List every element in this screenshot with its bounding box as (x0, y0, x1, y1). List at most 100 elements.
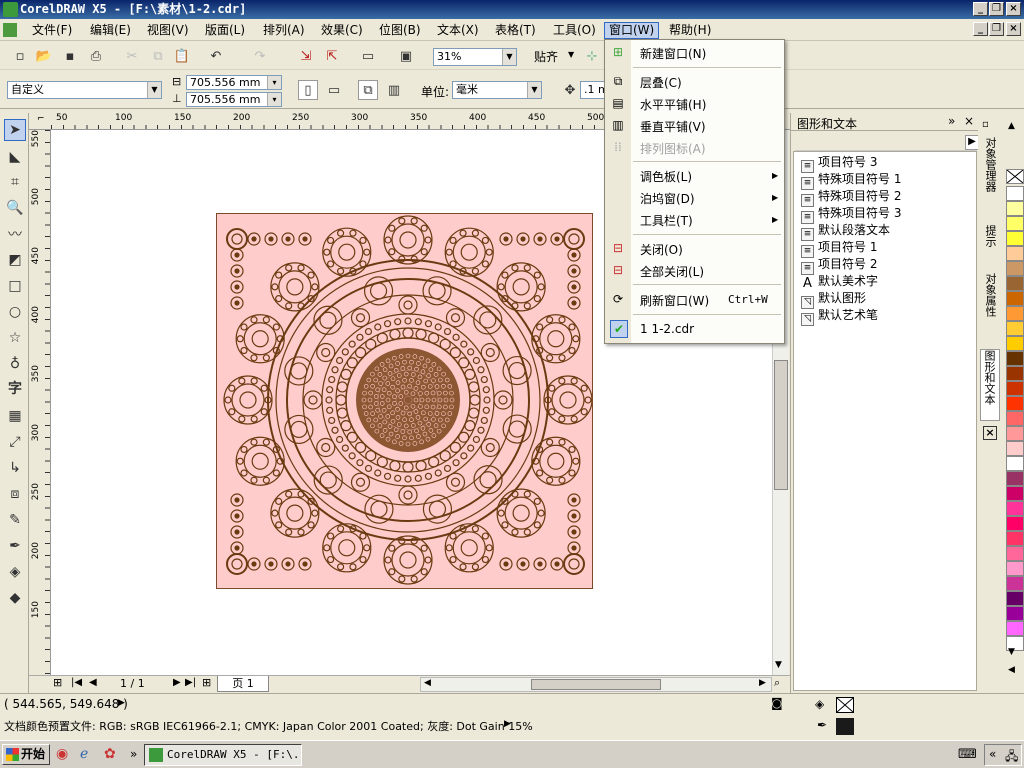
menu-table[interactable]: 表格(T) (491, 22, 540, 39)
color-swatch[interactable] (1006, 336, 1024, 351)
list-item[interactable]: ≡ 项目符号 2 (801, 256, 877, 275)
menu-view[interactable]: 视图(V) (143, 22, 193, 39)
menu-item-new-window[interactable]: 新建窗口(N) (640, 45, 706, 62)
menu-item-tile-horizontal[interactable]: 水平平铺(H) (640, 96, 706, 113)
minimize-button[interactable]: _ (973, 2, 988, 16)
color-swatch[interactable] (1006, 456, 1024, 471)
dimension-tool-icon[interactable]: ⤢ (4, 431, 26, 453)
copy-icon[interactable]: ⧉ (148, 46, 168, 66)
taskbar-coreldraw-task[interactable]: CorelDRAW X5 - [F:\... (144, 744, 302, 766)
fill-none-swatch[interactable] (836, 697, 854, 713)
last-page-icon[interactable]: ▶| (185, 677, 196, 688)
color-swatch[interactable] (1006, 426, 1024, 441)
navigator-icon[interactable]: ⌕ (774, 676, 780, 690)
color-swatch[interactable] (1006, 441, 1024, 456)
list-item[interactable]: ≡ 特殊项目符号 2 (801, 188, 901, 207)
color-swatch[interactable] (1006, 591, 1024, 606)
profile-arrow-icon[interactable]: ▶ (504, 719, 511, 729)
menu-item-arrange-icons[interactable]: 排列图标(A) (640, 140, 706, 157)
start-button[interactable]: 开始 (2, 744, 50, 765)
color-swatch[interactable] (1006, 201, 1024, 216)
interactive-fill-icon[interactable]: ◆ (4, 587, 26, 609)
color-swatch[interactable] (1006, 291, 1024, 306)
color-swatch[interactable] (1006, 516, 1024, 531)
color-swatch[interactable] (1006, 351, 1024, 366)
menu-item-open-document[interactable]: 1 1-2.cdr (640, 322, 694, 336)
list-item[interactable]: A 默认美术字 (801, 273, 878, 290)
add-page-icon[interactable]: ⊞ (53, 676, 62, 689)
color-swatch[interactable] (1006, 276, 1024, 291)
tray-expand-icon[interactable]: « (989, 747, 996, 761)
horizontal-scrollbar[interactable]: ◀ ▶ (420, 677, 772, 692)
undo-icon[interactable]: ↶ (206, 46, 226, 66)
next-page-icon[interactable]: ▶ (173, 677, 181, 688)
list-item[interactable]: ◹ 默认图形 (801, 290, 866, 309)
cut-icon[interactable]: ✂ (122, 46, 142, 66)
snap-options-icon[interactable]: ⊹ (582, 46, 602, 66)
eyedropper-icon[interactable]: ✎ (4, 509, 26, 531)
color-swatch[interactable] (1006, 411, 1024, 426)
color-swatch[interactable] (1006, 471, 1024, 486)
scroll-left-icon[interactable]: ◀ (424, 678, 431, 688)
blend-tool-icon[interactable]: ⧈ (4, 483, 26, 505)
keyboard-icon[interactable]: ⌨ (958, 747, 977, 762)
color-swatch[interactable] (1006, 381, 1024, 396)
doc-minimize-button[interactable]: _ (973, 22, 988, 36)
page-tab[interactable]: 页 1 (217, 676, 269, 692)
first-page-icon[interactable]: |◀ (71, 677, 82, 688)
menu-layout[interactable]: 版面(L) (201, 22, 249, 39)
tab-hints[interactable]: 提示 (980, 225, 1000, 267)
page-width-field[interactable]: 705.556 mm ▾ (186, 75, 282, 90)
color-swatch[interactable] (1006, 216, 1024, 231)
landscape-icon[interactable]: ▭ (324, 80, 344, 100)
scroll-down-icon[interactable]: ▼ (775, 660, 782, 670)
shape-tool-icon[interactable]: ◣ (4, 146, 26, 168)
maximize-button[interactable]: ❐ (989, 2, 1004, 16)
vertical-scroll-thumb[interactable] (774, 360, 788, 490)
list-item[interactable]: ≡ 特殊项目符号 1 (801, 171, 901, 190)
freehand-tool-icon[interactable]: 〰 (4, 223, 26, 245)
menu-item-tile-vertical[interactable]: 垂直平铺(V) (640, 118, 706, 135)
tab-object-properties[interactable]: 对象属性 (980, 273, 1000, 343)
export-icon[interactable]: ⇱ (322, 46, 342, 66)
no-color-swatch[interactable] (1006, 169, 1024, 184)
menu-item-dockers[interactable]: 泊坞窗(D) (640, 190, 695, 207)
palette-up-icon[interactable]: ▲ (1008, 121, 1015, 131)
network-icon[interactable]: 🖧 (1005, 747, 1018, 768)
color-swatch[interactable] (1006, 246, 1024, 261)
menu-bitmaps[interactable]: 位图(B) (375, 22, 425, 39)
palette-expand-icon[interactable]: ◀ (1008, 665, 1015, 675)
ellipse-tool-icon[interactable]: ○ (4, 301, 26, 323)
color-swatch[interactable] (1006, 486, 1024, 501)
docker-close-icon[interactable]: × (964, 114, 974, 128)
snap-status-icon[interactable]: ◙ (771, 696, 783, 710)
snap-dropdown-icon[interactable]: ▼ (568, 50, 574, 59)
tab-graphics-text[interactable]: 图形和文本 (980, 349, 1000, 421)
table-tool-icon[interactable]: ▦ (4, 405, 26, 427)
all-pages-icon[interactable]: ⧉ (358, 80, 378, 100)
ruler-origin-icon[interactable]: ⌐ (37, 114, 45, 124)
color-swatch[interactable] (1006, 231, 1024, 246)
menu-window[interactable]: 窗口(W) (604, 22, 660, 39)
menu-item-cascade[interactable]: 层叠(C) (640, 74, 682, 91)
menu-item-palettes[interactable]: 调色板(L) (640, 168, 692, 185)
crop-tool-icon[interactable]: ⌗ (4, 171, 26, 193)
outline-color-swatch[interactable] (836, 718, 854, 735)
docker-collapse-icon[interactable]: » (948, 114, 955, 128)
color-swatch[interactable] (1006, 531, 1024, 546)
page-height-field[interactable]: 705.556 mm ▾ (186, 92, 282, 107)
color-swatch[interactable] (1006, 501, 1024, 516)
polygon-tool-icon[interactable]: ☆ (4, 327, 26, 349)
open-icon[interactable]: 📂 (34, 46, 54, 66)
page-artboard[interactable] (216, 213, 593, 589)
snap-label[interactable]: 贴齐 (534, 48, 558, 65)
current-page-icon[interactable]: ▥ (384, 80, 404, 100)
menu-tools[interactable]: 工具(O) (549, 22, 600, 39)
basic-shapes-icon[interactable]: ♁ (4, 353, 26, 375)
list-item[interactable]: ≡ 默认段落文本 (801, 222, 890, 241)
page-preset-combo[interactable]: 自定义 ▼ (7, 81, 162, 99)
pick-tool-icon[interactable]: ➤ (4, 119, 26, 141)
close-button[interactable]: × (1006, 2, 1021, 16)
list-item[interactable]: ≡ 项目符号 3 (801, 154, 877, 173)
print-icon[interactable]: ⎙ (86, 46, 106, 66)
